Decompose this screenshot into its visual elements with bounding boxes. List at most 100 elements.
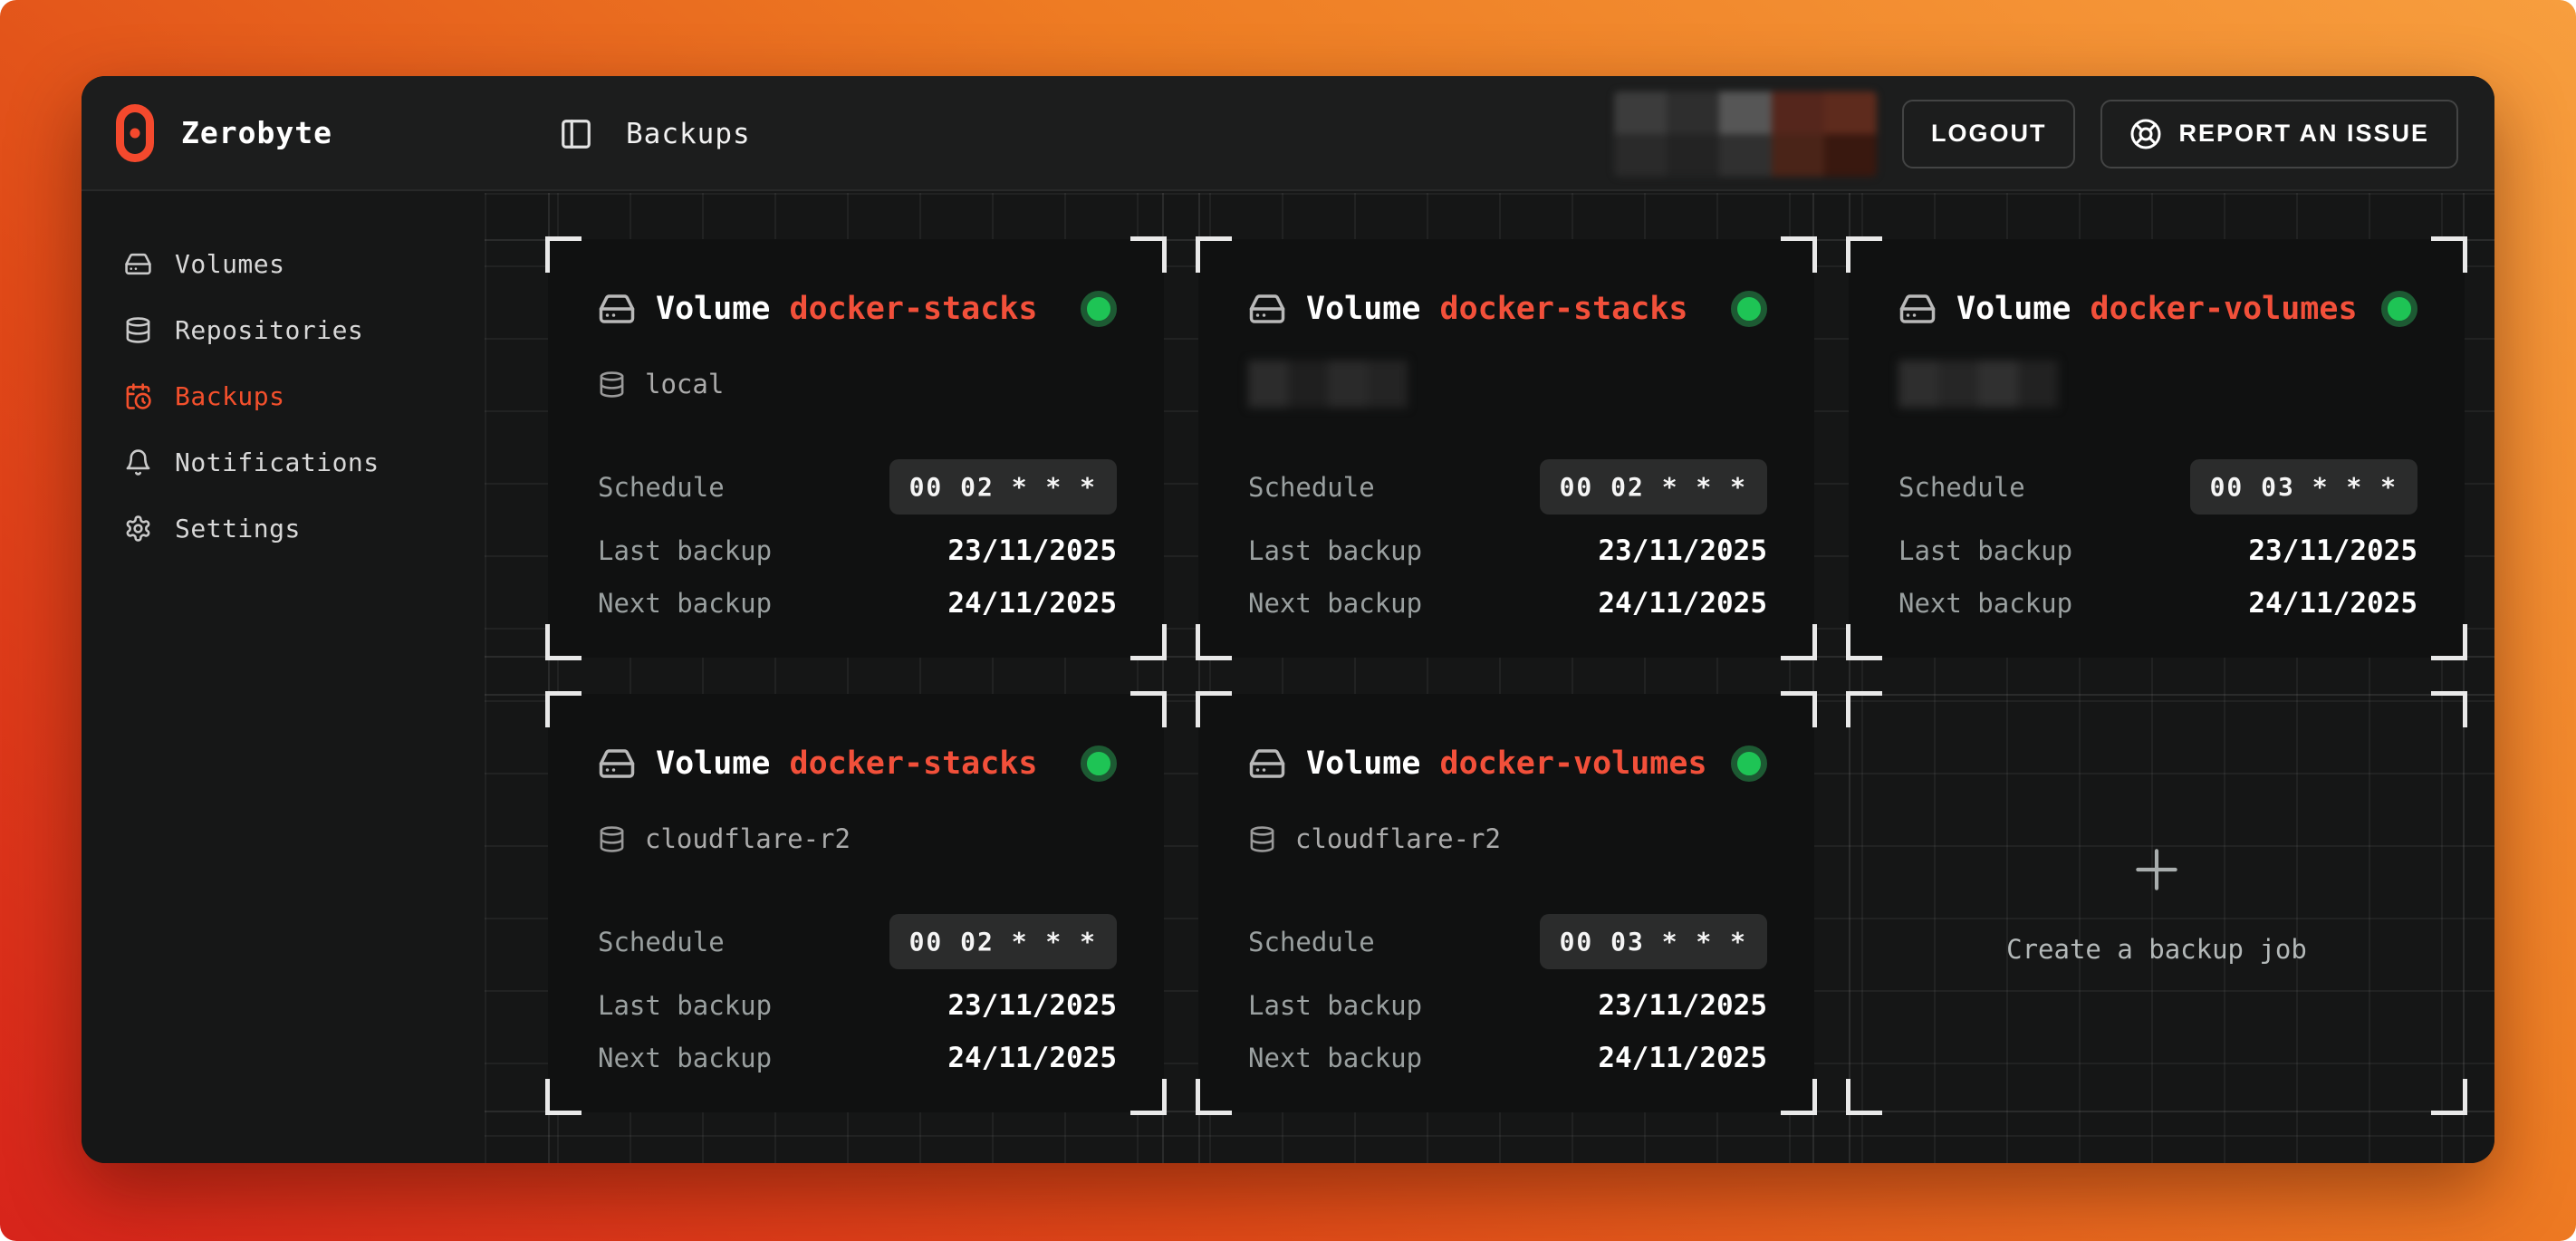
gear-icon bbox=[124, 515, 152, 543]
next-backup-value: 24/11/2025 bbox=[947, 587, 1117, 620]
volume-name: docker-volumes bbox=[1440, 746, 1707, 782]
create-backup-job-card[interactable]: Create a backup job bbox=[1849, 694, 2465, 1112]
database-icon bbox=[598, 825, 626, 853]
report-issue-button[interactable]: REPORT AN ISSUE bbox=[2100, 100, 2458, 168]
next-backup-label: Next backup bbox=[1898, 588, 2072, 619]
bracket-corner bbox=[1196, 236, 1232, 273]
bracket-corner bbox=[1130, 236, 1167, 273]
volume-name: docker-stacks bbox=[790, 746, 1038, 782]
card-header: Volume docker-stacks bbox=[598, 745, 1117, 783]
bracket-corner bbox=[1846, 624, 1882, 660]
repository-name-redacted bbox=[1898, 361, 2058, 408]
repository-row-redacted bbox=[1898, 364, 2417, 404]
sidebar-item-label: Notifications bbox=[175, 447, 380, 477]
repository-row-redacted bbox=[1248, 364, 1767, 404]
backup-job-card[interactable]: Volume docker-stacks Schedule 00 02 * * *… bbox=[1198, 239, 1814, 658]
card-title: Volume docker-volumes bbox=[1306, 746, 1707, 782]
bracket-corner bbox=[1781, 236, 1817, 273]
bracket-corner bbox=[1196, 1079, 1232, 1115]
sidebar-item-repositories[interactable]: Repositories bbox=[82, 297, 485, 363]
card-header: Volume docker-volumes bbox=[1898, 290, 2417, 328]
card-stats: Schedule00 03 * * * Last backup23/11/202… bbox=[1248, 914, 1767, 1074]
schedule-label: Schedule bbox=[1248, 472, 1375, 503]
status-dot bbox=[1731, 291, 1767, 327]
zerobyte-logo-icon bbox=[116, 104, 154, 162]
hard-drive-icon bbox=[1248, 290, 1286, 328]
database-icon bbox=[598, 370, 626, 399]
sidebar-item-backups[interactable]: Backups bbox=[82, 363, 485, 429]
report-issue-label: REPORT AN ISSUE bbox=[2178, 120, 2429, 148]
schedule-badge: 00 03 * * * bbox=[2190, 459, 2417, 515]
bracket-corner bbox=[1130, 1079, 1167, 1115]
hard-drive-icon bbox=[598, 745, 636, 783]
database-icon bbox=[124, 316, 152, 344]
backup-job-card[interactable]: Volume docker-volumes cloudflare-r2 Sche… bbox=[1198, 694, 1814, 1112]
schedule-badge: 00 02 * * * bbox=[889, 914, 1117, 969]
schedule-label: Schedule bbox=[598, 927, 725, 957]
sidebar-item-settings[interactable]: Settings bbox=[82, 495, 485, 562]
last-backup-value: 23/11/2025 bbox=[2248, 534, 2417, 567]
page-title: Backups bbox=[626, 118, 751, 150]
logout-label: LOGOUT bbox=[1931, 120, 2047, 148]
top-bar: Zerobyte Backups LOGOUT REPORT AN ISSUE bbox=[82, 76, 2494, 191]
next-backup-value: 24/11/2025 bbox=[947, 1042, 1117, 1074]
calendar-clock-icon bbox=[124, 382, 152, 410]
backup-job-card[interactable]: Volume docker-stacks local Schedule00 02… bbox=[548, 239, 1164, 658]
card-stats: Schedule00 02 * * * Last backup23/11/202… bbox=[598, 914, 1117, 1074]
status-dot bbox=[1081, 291, 1117, 327]
volume-name: docker-stacks bbox=[1440, 291, 1688, 327]
status-dot bbox=[1081, 746, 1117, 782]
next-backup-label: Next backup bbox=[1248, 588, 1422, 619]
repository-name-redacted bbox=[1248, 361, 1408, 408]
bell-icon bbox=[124, 448, 152, 476]
backups-grid-area: Volume docker-stacks local Schedule 00 02… bbox=[485, 193, 2494, 1163]
backup-job-card[interactable]: Volume docker-stacks cloudflare-r2 Sched… bbox=[548, 694, 1164, 1112]
last-backup-label: Last backup bbox=[1248, 990, 1422, 1021]
bracket-corner bbox=[2431, 1079, 2467, 1115]
lifebuoy-icon bbox=[2129, 118, 2162, 150]
bracket-corner bbox=[545, 1079, 582, 1115]
next-backup-value: 24/11/2025 bbox=[1598, 1042, 1767, 1074]
hard-drive-icon bbox=[124, 250, 152, 278]
last-backup-label: Last backup bbox=[1248, 535, 1422, 566]
card-header: Volume docker-stacks bbox=[598, 290, 1117, 328]
sidebar-item-notifications[interactable]: Notifications bbox=[82, 429, 485, 495]
schedule-badge: 00 02 * * * bbox=[1540, 459, 1767, 515]
desktop-background: Zerobyte Backups LOGOUT REPORT AN ISSUE bbox=[0, 0, 2576, 1241]
repository-name: local bbox=[645, 369, 724, 399]
bracket-corner bbox=[1781, 1079, 1817, 1115]
bracket-corner bbox=[1130, 624, 1167, 660]
hard-drive-icon bbox=[598, 290, 636, 328]
backup-job-card[interactable]: Volume docker-volumes Schedule00 03 * * … bbox=[1849, 239, 2465, 658]
schedule-badge: 00 03 * * * bbox=[1540, 914, 1767, 969]
last-backup-label: Last backup bbox=[1898, 535, 2072, 566]
bracket-corner bbox=[545, 236, 582, 273]
bracket-corner bbox=[1846, 1079, 1882, 1115]
bracket-corner bbox=[1846, 236, 1882, 273]
sidebar-toggle-icon[interactable] bbox=[559, 117, 593, 151]
sidebar-item-label: Repositories bbox=[175, 315, 363, 345]
bracket-corner bbox=[545, 691, 582, 727]
card-title: Volume docker-volumes bbox=[1956, 291, 2358, 327]
card-title: Volume docker-stacks bbox=[656, 291, 1037, 327]
app-window: Zerobyte Backups LOGOUT REPORT AN ISSUE bbox=[82, 76, 2494, 1163]
card-stats: Schedule00 02 * * * Last backup23/11/202… bbox=[1248, 459, 1767, 620]
status-dot bbox=[1731, 746, 1767, 782]
logout-button[interactable]: LOGOUT bbox=[1902, 100, 2076, 168]
bracket-corner bbox=[1130, 691, 1167, 727]
bracket-corner bbox=[2431, 624, 2467, 660]
hard-drive-icon bbox=[1248, 745, 1286, 783]
status-dot bbox=[2381, 291, 2417, 327]
last-backup-value: 23/11/2025 bbox=[947, 534, 1117, 567]
card-title: Volume docker-stacks bbox=[1306, 291, 1687, 327]
sidebar-item-label: Settings bbox=[175, 514, 301, 544]
sidebar-item-label: Backups bbox=[175, 381, 285, 411]
hard-drive-icon bbox=[1898, 290, 1937, 328]
sidebar-item-volumes[interactable]: Volumes bbox=[82, 231, 485, 297]
logo-dot bbox=[130, 128, 140, 138]
create-backup-job-label: Create a backup job bbox=[2006, 934, 2307, 965]
brand-name: Zerobyte bbox=[181, 115, 332, 150]
schedule-label: Schedule bbox=[1248, 927, 1375, 957]
bracket-corner bbox=[1196, 624, 1232, 660]
card-stats: Schedule00 03 * * * Last backup23/11/202… bbox=[1898, 459, 2417, 620]
